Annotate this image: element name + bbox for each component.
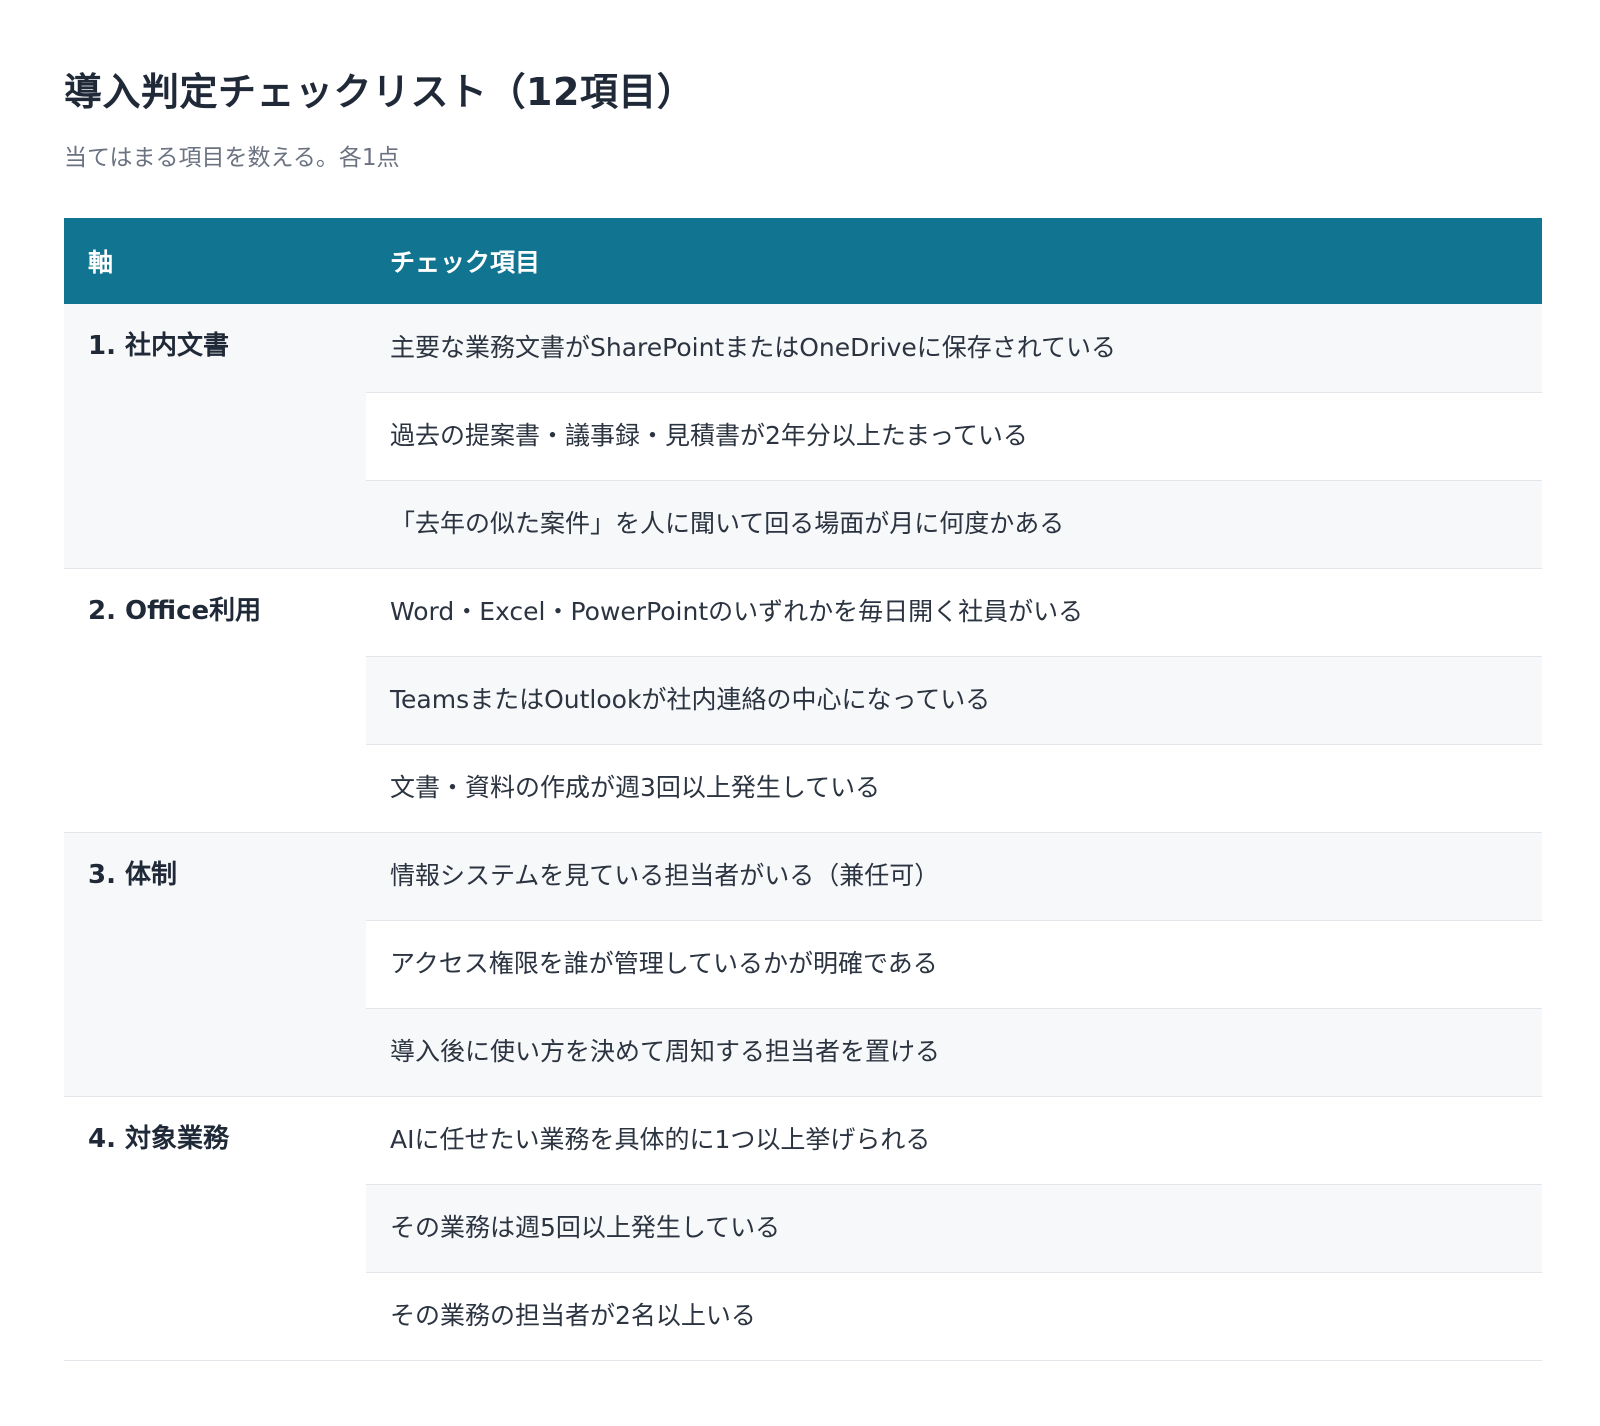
axis-cell: 4. 対象業務: [64, 1096, 366, 1361]
table-header-row: 軸 チェック項目: [64, 218, 1542, 304]
table-row: 2. Office利用 Word・Excel・PowerPointのいずれかを毎…: [64, 568, 1542, 833]
axis-cell: 3. 体制: [64, 832, 366, 1097]
checklist-table: 軸 チェック項目 1. 社内文書 主要な業務文書がSharePointまたはOn…: [64, 218, 1542, 1361]
check-item: 主要な業務文書がSharePointまたはOneDriveに保存されている: [366, 304, 1542, 393]
check-item: 文書・資料の作成が週3回以上発生している: [366, 744, 1542, 833]
check-item: AIに任せたい業務を具体的に1つ以上挙げられる: [366, 1096, 1542, 1185]
check-item: その業務の担当者が2名以上いる: [366, 1272, 1542, 1361]
check-item: アクセス権限を誰が管理しているかが明確である: [366, 920, 1542, 1009]
check-item: 情報システムを見ている担当者がいる（兼任可）: [366, 832, 1542, 921]
header-axis: 軸: [64, 218, 366, 304]
page-title: 導入判定チェックリスト（12項目）: [64, 70, 696, 114]
checklist-page: 導入判定チェックリスト（12項目） 当てはまる項目を数える。各1点 軸 チェック…: [0, 0, 1600, 1361]
check-item: その業務は週5回以上発生している: [366, 1184, 1542, 1273]
check-item: TeamsまたはOutlookが社内連絡の中心になっている: [366, 656, 1542, 745]
page-subtitle: 当てはまる項目を数える。各1点: [64, 145, 400, 171]
header-check-item: チェック項目: [366, 218, 1542, 304]
table-row: 4. 対象業務 AIに任せたい業務を具体的に1つ以上挙げられる: [64, 1096, 1542, 1361]
table-row: 1. 社内文書 主要な業務文書がSharePointまたはOneDriveに保存…: [64, 304, 1542, 569]
check-item: 過去の提案書・議事録・見積書が2年分以上たまっている: [366, 392, 1542, 481]
table-header: 軸 チェック項目: [64, 218, 1542, 304]
check-item: 導入後に使い方を決めて周知する担当者を置ける: [366, 1008, 1542, 1097]
check-item: 「去年の似た案件」を人に聞いて回る場面が月に何度かある: [366, 480, 1542, 569]
table-body: 1. 社内文書 主要な業務文書がSharePointまたはOneDriveに保存…: [64, 304, 1542, 1361]
table-row: 3. 体制 情報システムを見ている担当者がいる（兼任可）: [64, 832, 1542, 1097]
axis-cell: 2. Office利用: [64, 568, 366, 833]
axis-cell: 1. 社内文書: [64, 304, 366, 569]
check-item: Word・Excel・PowerPointのいずれかを毎日開く社員がいる: [366, 568, 1542, 657]
